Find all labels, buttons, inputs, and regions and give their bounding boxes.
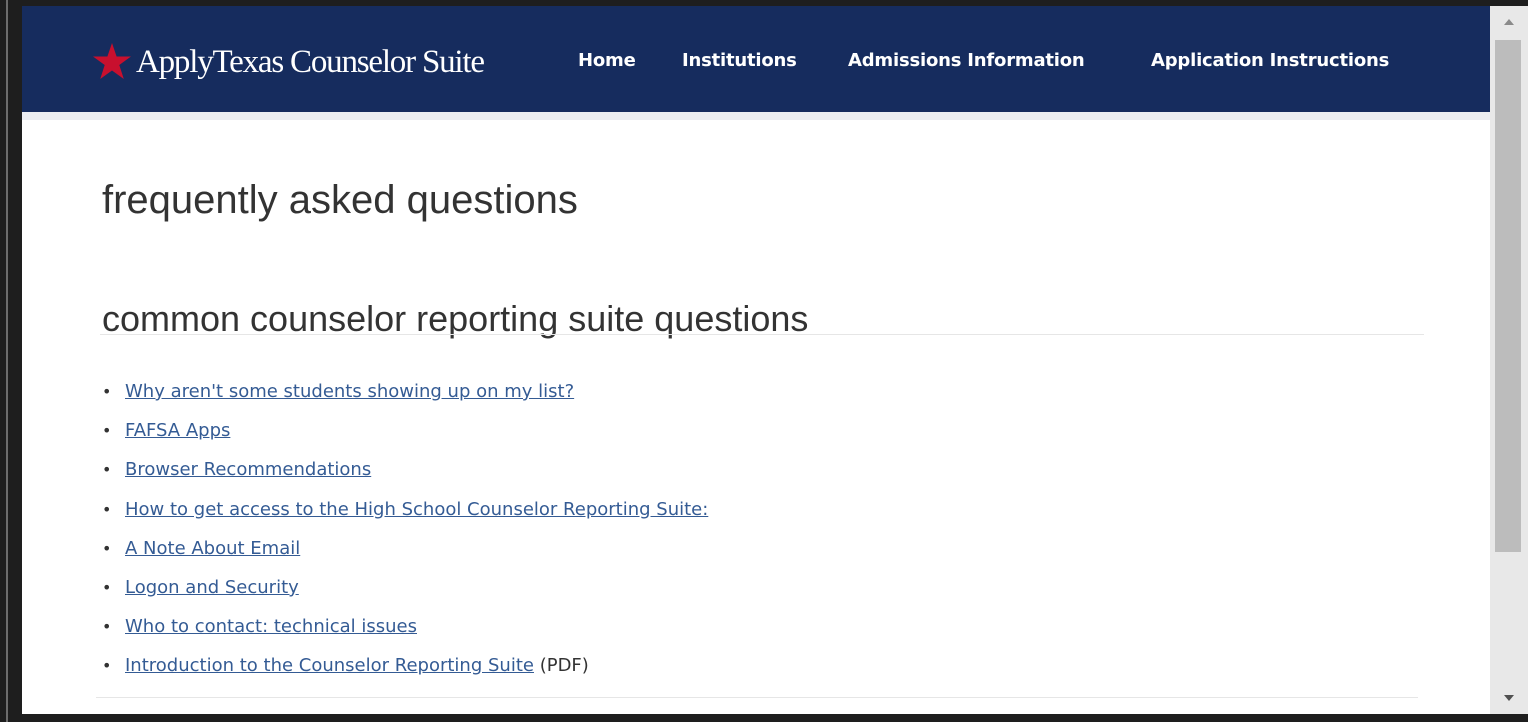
- faq-link-browser-recommendations[interactable]: Browser Recommendations: [125, 459, 371, 480]
- page-viewport: ApplyTexas Counselor Suite Home Institut…: [22, 6, 1490, 714]
- window-border: [6, 0, 8, 722]
- scroll-up-button[interactable]: [1490, 8, 1528, 36]
- faq-link-missing-students[interactable]: Why aren't some students showing up on m…: [125, 381, 574, 402]
- bottom-divider: [96, 697, 1418, 698]
- faq-link-logon-security[interactable]: Logon and Security: [125, 577, 299, 598]
- nav-link-institutions[interactable]: Institutions: [682, 50, 797, 71]
- nav-link-admissions-information[interactable]: Admissions Information: [848, 50, 1085, 71]
- triangle-up-icon: [1504, 19, 1514, 25]
- brand-logo-link[interactable]: ApplyTexas Counselor Suite: [92, 40, 485, 84]
- faq-list-item: • Why aren't some students showing up on…: [102, 380, 708, 419]
- faq-list-item: • Who to contact: technical issues: [102, 615, 708, 654]
- bullet: •: [102, 421, 112, 441]
- bullet: •: [102, 617, 112, 637]
- faq-link-note-about-email[interactable]: A Note About Email: [125, 538, 300, 559]
- faq-list-item: • Introduction to the Counselor Reportin…: [102, 654, 708, 693]
- bullet: •: [102, 577, 112, 597]
- pdf-note: (PDF): [533, 655, 589, 677]
- scrollbar-thumb[interactable]: [1495, 40, 1521, 552]
- faq-link-get-access[interactable]: How to get access to the High School Cou…: [125, 499, 708, 520]
- nav-link-home[interactable]: Home: [578, 50, 636, 71]
- faq-list-item: • How to get access to the High School C…: [102, 498, 708, 537]
- nav-link-application-instructions[interactable]: Application Instructions: [1151, 50, 1389, 71]
- faq-list-item: • A Note About Email: [102, 537, 708, 576]
- scroll-down-button[interactable]: [1490, 684, 1528, 712]
- faq-link-introduction-pdf[interactable]: Introduction to the Counselor Reporting …: [125, 655, 534, 676]
- faq-list: • Why aren't some students showing up on…: [102, 380, 708, 694]
- faq-list-item: • Logon and Security: [102, 576, 708, 615]
- bullet: •: [102, 382, 112, 401]
- navbar-shadow: [22, 112, 1490, 120]
- triangle-down-icon: [1504, 695, 1514, 701]
- top-navbar: ApplyTexas Counselor Suite Home Institut…: [22, 6, 1490, 112]
- faq-list-item: • Browser Recommendations: [102, 458, 708, 497]
- star-icon: [93, 43, 131, 79]
- faq-link-fafsa-apps[interactable]: FAFSA Apps: [125, 420, 230, 441]
- faq-link-technical-contact[interactable]: Who to contact: technical issues: [125, 616, 417, 637]
- vertical-scrollbar[interactable]: [1490, 6, 1528, 714]
- section-divider: [100, 334, 1424, 335]
- bullet: •: [102, 499, 112, 519]
- bullet: •: [102, 656, 112, 676]
- bullet: •: [102, 460, 112, 480]
- brand-name: ApplyTexas Counselor Suite: [136, 43, 485, 80]
- faq-list-item: • FAFSA Apps: [102, 419, 708, 458]
- bullet: •: [102, 538, 112, 558]
- page-title: frequently asked questions: [102, 178, 578, 222]
